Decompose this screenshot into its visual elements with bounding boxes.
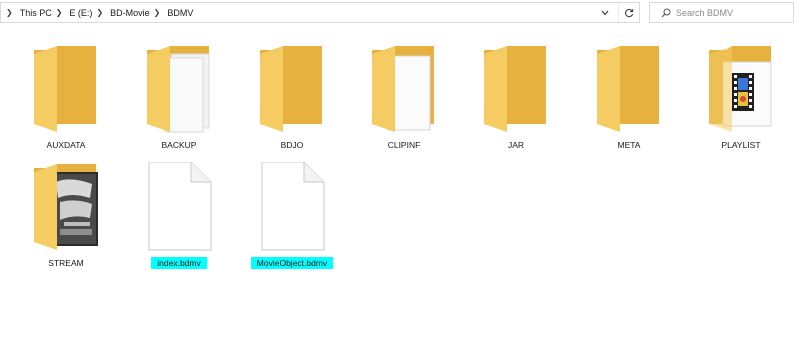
chevron-down-icon xyxy=(601,10,609,15)
address-history-dropdown[interactable] xyxy=(596,3,614,22)
file-icon xyxy=(143,162,215,254)
item-label: JAR xyxy=(507,140,525,150)
item-clipinf[interactable]: CLIPINF xyxy=(354,44,454,162)
item-meta[interactable]: META xyxy=(579,44,679,162)
search-icon xyxy=(656,3,676,22)
chevron-right-icon[interactable]: ❯ xyxy=(152,8,166,17)
item-bdjo[interactable]: BDJO xyxy=(242,44,342,162)
top-bar: ❯ This PC ❯ E (E:) ❯ BD-Movie ❯ BDMV xyxy=(0,0,800,26)
chevron-right-icon[interactable]: ❯ xyxy=(4,8,18,17)
refresh-icon xyxy=(624,8,633,17)
search-box[interactable] xyxy=(649,2,794,23)
item-label: BDJO xyxy=(280,140,304,150)
folder-icon xyxy=(593,44,665,136)
item-playlist[interactable]: PLAYLIST xyxy=(691,44,791,162)
item-label: PLAYLIST xyxy=(721,140,761,150)
folder-icon xyxy=(256,44,328,136)
refresh-button[interactable] xyxy=(618,3,638,22)
item-movieobject-bdmv[interactable]: MovieObject.bdmv xyxy=(242,162,342,280)
folder-icon xyxy=(30,162,102,254)
address-bar[interactable]: ❯ This PC ❯ E (E:) ❯ BD-Movie ❯ BDMV xyxy=(0,2,640,23)
breadcrumb-bdmv[interactable]: BDMV xyxy=(165,8,195,18)
item-index-bdmv[interactable]: index.bdmv xyxy=(129,162,229,280)
item-jar[interactable]: JAR xyxy=(466,44,566,162)
item-label: META xyxy=(617,140,641,150)
item-label: index.bdmv xyxy=(151,257,207,269)
folder-icon xyxy=(368,44,440,136)
folder-icon xyxy=(705,44,777,136)
folder-icon xyxy=(480,44,552,136)
item-label: STREAM xyxy=(48,258,84,268)
chevron-right-icon[interactable]: ❯ xyxy=(94,8,108,17)
breadcrumb-bd-movie[interactable]: BD-Movie xyxy=(108,8,152,18)
file-icon xyxy=(256,162,328,254)
item-label: AUXDATA xyxy=(46,140,86,150)
item-label: MovieObject.bdmv xyxy=(250,257,334,269)
folder-icon xyxy=(143,44,215,136)
breadcrumb-drive-e[interactable]: E (E:) xyxy=(67,8,94,18)
breadcrumb: ❯ This PC ❯ E (E:) ❯ BD-Movie ❯ BDMV xyxy=(4,3,195,22)
item-backup[interactable]: BACKUP xyxy=(129,44,229,162)
chevron-right-icon[interactable]: ❯ xyxy=(54,8,68,17)
item-label: CLIPINF xyxy=(387,140,421,150)
item-stream[interactable]: STREAM xyxy=(16,162,116,280)
breadcrumb-this-pc[interactable]: This PC xyxy=(18,8,54,18)
item-auxdata[interactable]: AUXDATA xyxy=(16,44,116,162)
search-input[interactable] xyxy=(676,7,786,18)
item-label: BACKUP xyxy=(161,140,197,150)
folder-icon xyxy=(30,44,102,136)
